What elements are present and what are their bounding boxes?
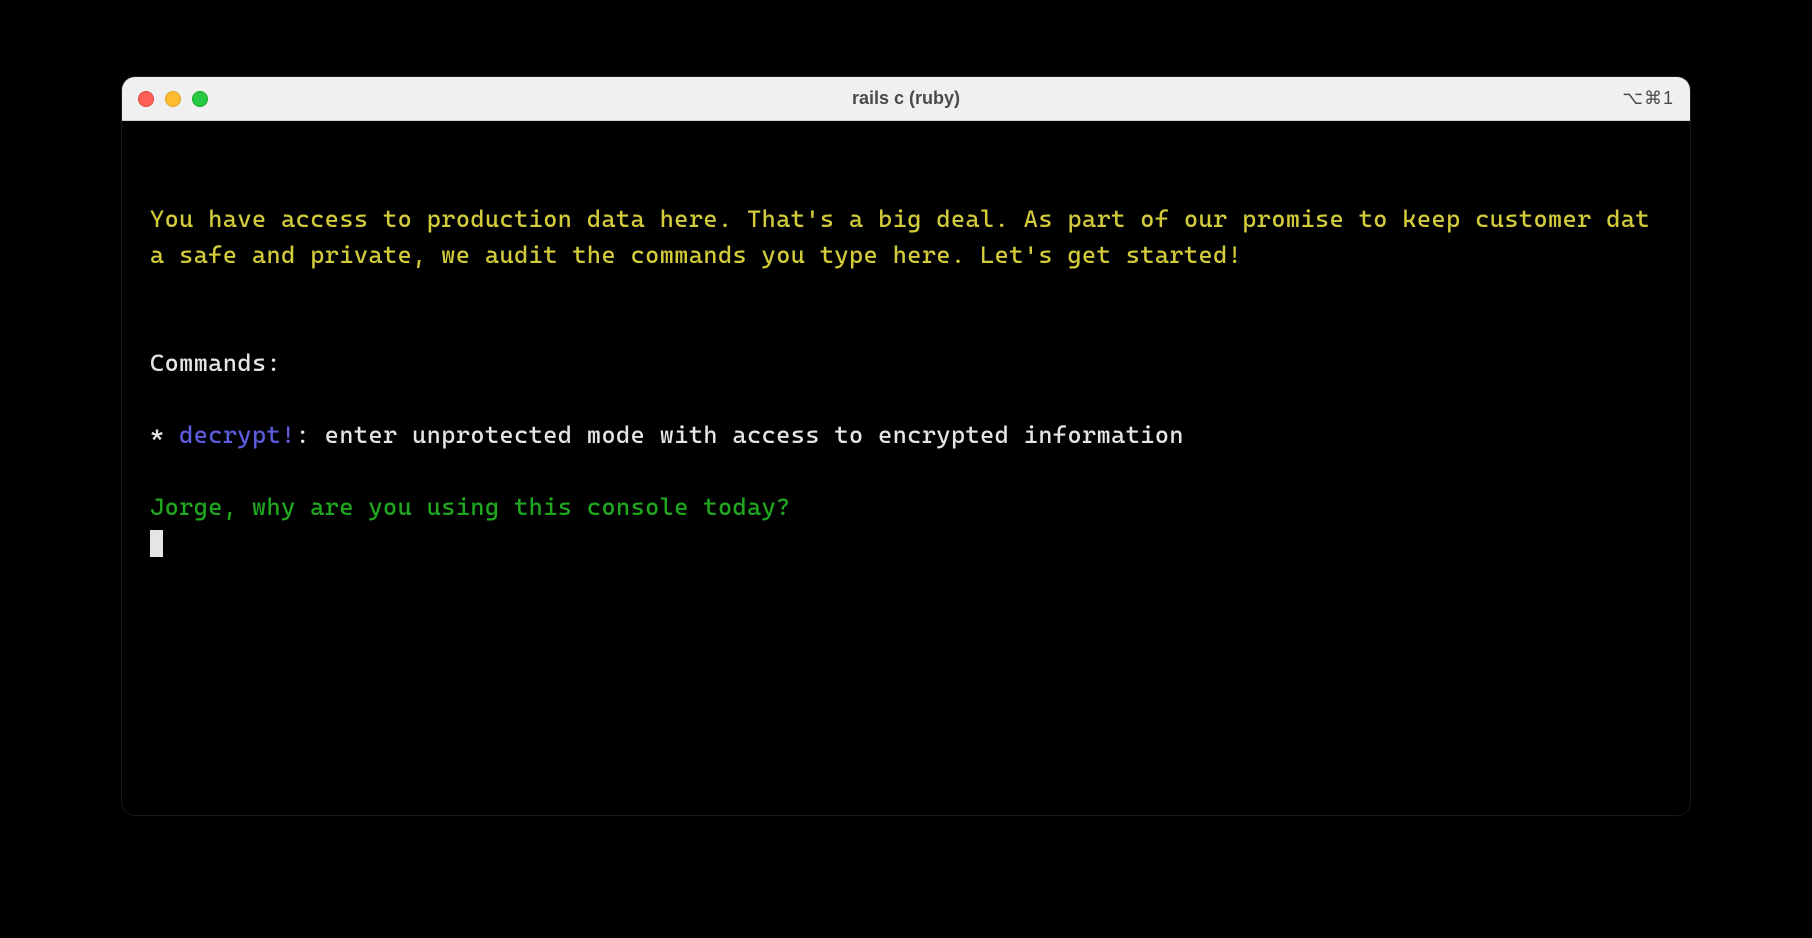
command-entry: * decrypt!: enter unprotected mode with … [150,417,1662,453]
minimize-button[interactable] [165,91,181,107]
cursor-icon [150,530,163,557]
command-name: decrypt! [179,421,296,449]
console-prompt: Jorge, why are you using this console to… [150,489,1662,525]
production-warning: You have access to production data here.… [150,201,1662,273]
window-shortcut: ⌥⌘1 [1622,88,1674,109]
close-button[interactable] [138,91,154,107]
bullet: * [150,421,179,449]
commands-header: Commands: [150,345,1662,381]
window-titlebar: rails c (ruby) ⌥⌘1 [122,77,1690,121]
input-line[interactable] [150,525,1662,561]
maximize-button[interactable] [192,91,208,107]
command-description: : enter unprotected mode with access to … [296,421,1184,449]
window-title: rails c (ruby) [852,88,960,109]
terminal-window: rails c (ruby) ⌥⌘1 You have access to pr… [121,76,1691,816]
terminal-body[interactable]: You have access to production data here.… [122,121,1690,815]
traffic-lights [138,91,208,107]
